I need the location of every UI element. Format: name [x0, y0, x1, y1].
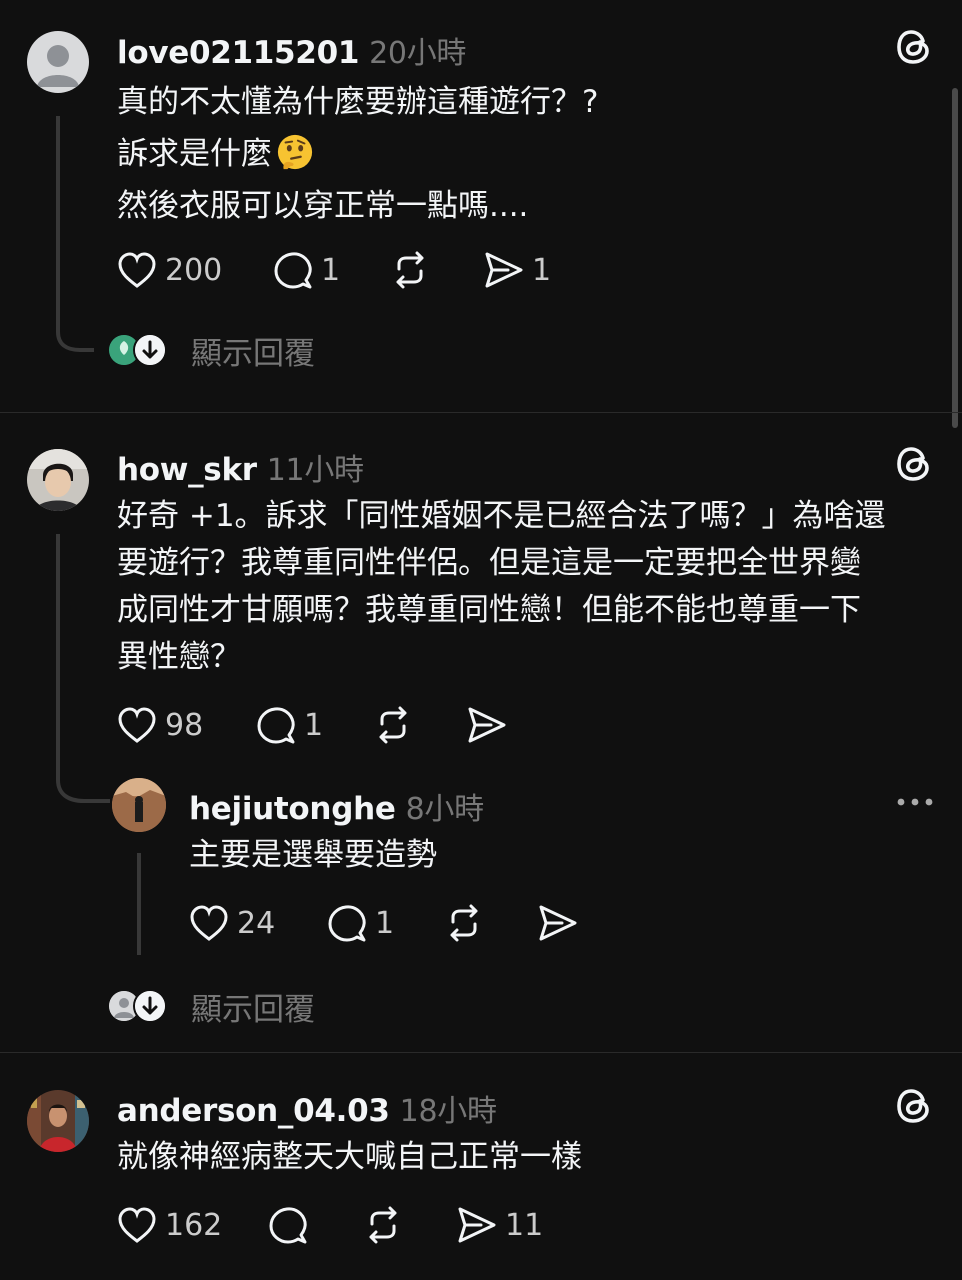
- username[interactable]: anderson_04.03: [117, 1093, 390, 1129]
- post-3-author[interactable]: anderson_04.03 18小時: [117, 1086, 497, 1130]
- send-icon: [458, 1207, 496, 1243]
- reply-text: 主要是選舉要造勢: [189, 837, 437, 873]
- arrow-down-icon: [135, 991, 165, 1021]
- divider: [0, 1052, 962, 1053]
- repost-icon: [396, 251, 424, 289]
- post-text-line: 異性戀？: [117, 639, 241, 675]
- comment-count: 1: [321, 252, 341, 288]
- repost-button[interactable]: [443, 901, 485, 945]
- mini-avatar: [133, 333, 167, 367]
- like-count: 200: [165, 252, 223, 288]
- reply-avatars: [107, 333, 169, 367]
- share-count: 11: [505, 1207, 544, 1243]
- divider: [0, 412, 962, 413]
- mini-avatar: [133, 989, 167, 1023]
- username[interactable]: hejiutonghe: [189, 791, 396, 827]
- like-button[interactable]: 162: [117, 1203, 222, 1247]
- thinking-face-icon: [277, 134, 313, 170]
- share-button[interactable]: [467, 703, 507, 747]
- repost-icon: [369, 1206, 397, 1244]
- post-3-body: 就像神經病整天大喊自己正常一樣: [117, 1134, 582, 1181]
- thread-curve: [56, 764, 110, 803]
- show-replies-label: 顯示回覆: [191, 991, 315, 1028]
- comment-button[interactable]: [268, 1203, 308, 1247]
- avatar-anderson[interactable]: [27, 1090, 89, 1152]
- username[interactable]: love02115201: [117, 35, 359, 71]
- heart-icon: [118, 1207, 156, 1243]
- comment-icon: [269, 1207, 307, 1244]
- reply-thread-line: [137, 853, 141, 955]
- like-count: 162: [165, 1207, 223, 1243]
- show-replies-button[interactable]: 顯示回覆: [107, 330, 315, 372]
- avatar-hejiutonghe[interactable]: [112, 778, 166, 832]
- repost-button[interactable]: [362, 1203, 404, 1247]
- comment-button[interactable]: 1: [327, 901, 394, 945]
- show-replies-label: 顯示回覆: [191, 335, 315, 372]
- like-button[interactable]: 24: [189, 901, 275, 945]
- heart-icon: [190, 905, 228, 941]
- post-2-author[interactable]: how_skr 11小時: [117, 445, 364, 489]
- threads-logo-icon[interactable]: [894, 444, 934, 484]
- comment-button[interactable]: 1: [273, 248, 340, 292]
- post-text-line-text: 訴求是什麼: [117, 136, 272, 172]
- username[interactable]: how_skr: [117, 452, 257, 488]
- comment-icon: [257, 707, 295, 744]
- like-button[interactable]: 200: [117, 248, 222, 292]
- threads-logo-icon[interactable]: [894, 1086, 934, 1126]
- scrollbar[interactable]: [952, 88, 958, 428]
- reply-body: 主要是選舉要造勢: [189, 832, 437, 879]
- post-text-line: 成同性才甘願嗎？我尊重同性戀！但能不能也尊重一下: [117, 592, 861, 628]
- avatar-how-skr[interactable]: [27, 449, 89, 511]
- send-icon: [485, 252, 523, 288]
- arrow-down-icon: [135, 335, 165, 365]
- heart-icon: [118, 707, 156, 743]
- thread-curve: [56, 318, 94, 352]
- share-button[interactable]: [538, 901, 578, 945]
- repost-button[interactable]: [389, 248, 431, 292]
- share-count: 1: [532, 252, 552, 288]
- repost-icon: [379, 706, 407, 744]
- more-options-icon[interactable]: [896, 797, 936, 807]
- comment-count: 1: [375, 905, 395, 941]
- send-icon: [539, 905, 577, 941]
- timestamp: 11小時: [266, 453, 364, 488]
- send-icon: [468, 707, 506, 743]
- heart-icon: [118, 252, 156, 288]
- timestamp: 18小時: [399, 1094, 497, 1129]
- like-count: 98: [165, 707, 204, 743]
- repost-icon: [450, 904, 478, 942]
- post-text-line: 就像神經病整天大喊自己正常一樣: [117, 1139, 582, 1175]
- post-1-body: 真的不太懂為什麼要辦這種遊行？? 訴求是什麼 然後衣服可以穿正常一點嗎....: [117, 76, 598, 232]
- post-2-body: 好奇 +1。訴求「同性婚姻不是已經合法了嗎？」為啥還 要遊行？我尊重同性伴侶。但…: [117, 493, 886, 681]
- reply-avatars: [107, 989, 169, 1023]
- post-text-line: 好奇 +1。訴求「同性婚姻不是已經合法了嗎？」為啥還: [117, 498, 886, 534]
- post-text-line: 然後衣服可以穿正常一點嗎....: [117, 188, 529, 224]
- avatar-default[interactable]: [27, 31, 89, 93]
- post-text-line: 要遊行？我尊重同性伴侶。但是這是一定要把全世界變: [117, 545, 861, 581]
- timestamp: 20小時: [369, 36, 467, 71]
- repost-button[interactable]: [372, 703, 414, 747]
- thread-line: [56, 116, 60, 326]
- reply-author[interactable]: hejiutonghe 8小時: [189, 784, 484, 828]
- threads-replies-page: love02115201 20小時 真的不太懂為什麼要辦這種遊行？? 訴求是什麼 …: [0, 0, 962, 1280]
- post-1-author[interactable]: love02115201 20小時: [117, 28, 466, 72]
- threads-logo-icon[interactable]: [894, 27, 934, 67]
- like-button[interactable]: 98: [117, 703, 203, 747]
- comment-count: 1: [304, 707, 324, 743]
- comment-icon: [328, 905, 366, 942]
- post-text-line: 真的不太懂為什麼要辦這種遊行？?: [117, 84, 599, 120]
- like-count: 24: [237, 905, 276, 941]
- thread-line: [56, 534, 60, 769]
- share-button[interactable]: 1: [484, 248, 551, 292]
- comment-button[interactable]: 1: [256, 703, 323, 747]
- timestamp: 8小時: [405, 792, 484, 827]
- post-text-line: 訴求是什麼: [117, 128, 598, 180]
- share-button[interactable]: 11: [457, 1203, 543, 1247]
- comment-icon: [274, 252, 312, 289]
- show-replies-button[interactable]: 顯示回覆: [107, 986, 315, 1028]
